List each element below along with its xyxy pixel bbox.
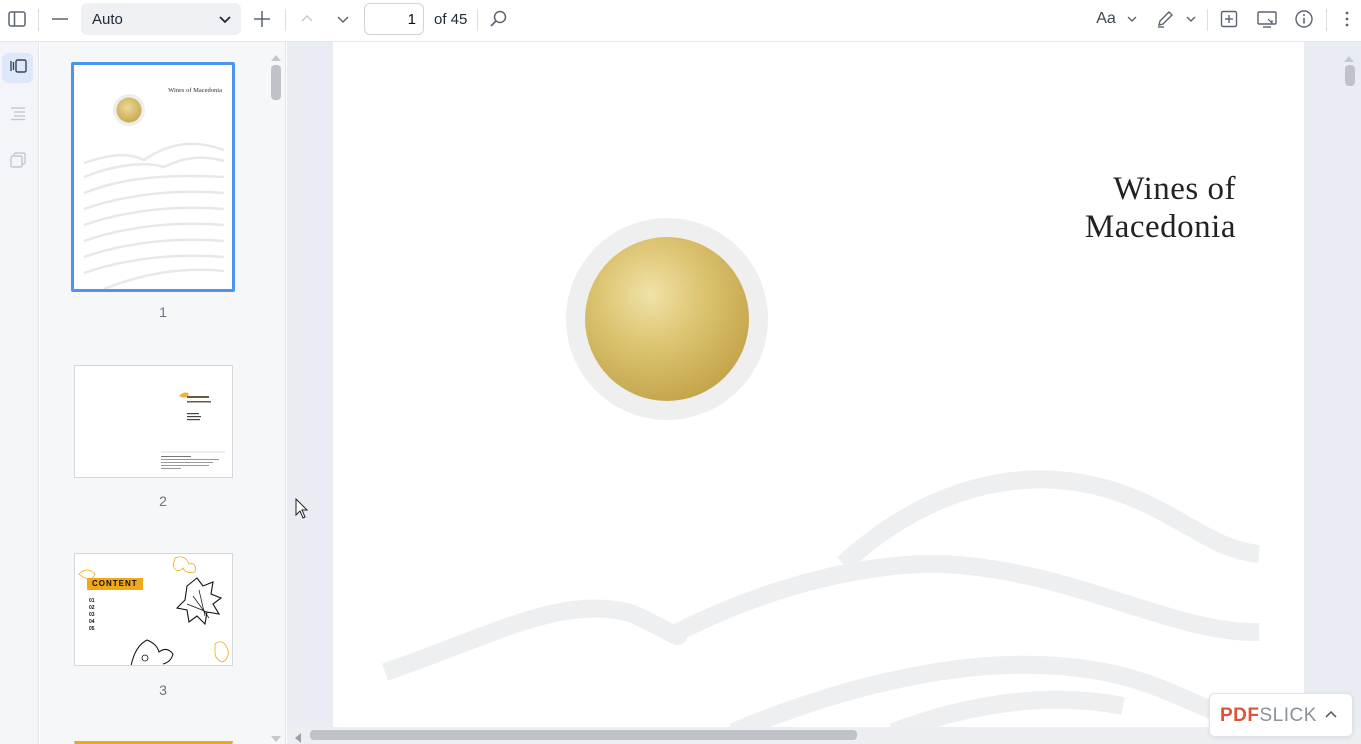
thumbnails-icon [8, 58, 28, 79]
page-count-label: of 45 [434, 11, 468, 28]
cover-artwork [382, 218, 1261, 732]
brand-widget[interactable]: PDFSLICK [1209, 693, 1353, 737]
outline-icon [9, 105, 27, 126]
thumbnail-label-2: 2 [159, 493, 167, 509]
zoom-select-value: Auto [92, 11, 123, 28]
thumbnail-page-1-preview [83, 94, 225, 289]
mouse-cursor-icon [295, 497, 309, 525]
toolbar-divider [1326, 9, 1327, 31]
attachments-tab[interactable] [2, 147, 33, 177]
chevron-down-icon[interactable] [1184, 11, 1198, 27]
zoom-out-icon[interactable] [48, 7, 72, 31]
presentation-icon[interactable] [1254, 7, 1280, 31]
thumbnail-page-3-heading: CONTENT [92, 579, 138, 588]
chevron-down-icon [217, 11, 233, 32]
scroll-left-arrow-icon[interactable] [294, 731, 302, 744]
thumbnail-page-2-preview [161, 392, 225, 469]
thumbnail-page-3[interactable]: CONTENT 01 02 03 04 05 [74, 553, 233, 666]
document-title: Wines of Macedonia [1085, 170, 1236, 246]
thumbnail-panel: Wines of Macedonia 1 2 CONTENT 01 02 03 … [40, 42, 286, 744]
chevron-down-icon[interactable] [1125, 11, 1139, 27]
next-page-icon[interactable] [331, 8, 355, 30]
text-style-icon[interactable]: Aa [1093, 9, 1119, 29]
toolbar: Auto of 45 Aa [0, 0, 1361, 42]
previous-page-icon[interactable] [295, 8, 319, 30]
brand-logo-part-1: PDF [1220, 705, 1260, 726]
thumbnail-page-3-banner: CONTENT [87, 578, 143, 590]
thumbnail-page-3-preview [78, 556, 229, 665]
search-icon[interactable] [486, 7, 510, 31]
document-horizontal-scrollbar[interactable] [287, 727, 1361, 744]
zoom-in-icon[interactable] [250, 7, 274, 31]
thumbnail-page-2[interactable] [74, 365, 233, 478]
thumbnail-scrollbar-thumb[interactable] [271, 65, 281, 100]
gold-seal [585, 237, 749, 401]
thumbnail-page-3-toc: 01 02 03 04 05 [89, 598, 95, 633]
toc-number: 03 [89, 612, 95, 618]
pen-icon[interactable] [1153, 7, 1177, 31]
more-options-icon[interactable] [1337, 7, 1357, 31]
thumbnails-tab[interactable] [2, 53, 33, 83]
toolbar-divider [285, 9, 286, 31]
document-title-line-2: Macedonia [1084, 209, 1236, 245]
brand-logo-part-2: SLICK [1259, 705, 1317, 726]
sidebar-toggle-icon[interactable] [5, 7, 29, 31]
scroll-down-arrow-icon[interactable] [270, 730, 282, 744]
page-number-input[interactable] [364, 3, 424, 35]
toolbar-divider [38, 9, 39, 31]
document-title-line-1: Wines of [1113, 171, 1236, 207]
thumbnail-label-1: 1 [159, 304, 167, 320]
toc-number: 05 [89, 626, 95, 632]
document-viewer[interactable]: Wines of Macedonia [287, 42, 1361, 744]
add-page-icon[interactable] [1217, 7, 1241, 31]
toc-number: 02 [89, 605, 95, 611]
toolbar-divider [477, 9, 478, 31]
document-horizontal-scrollbar-thumb[interactable] [310, 730, 857, 740]
thumbnail-page-1-title: Wines of Macedonia [168, 87, 222, 94]
zoom-select[interactable]: Auto [81, 3, 241, 35]
toc-number: 04 [89, 619, 95, 625]
brand-logo: PDFSLICK [1220, 705, 1317, 727]
toolbar-divider [1207, 9, 1208, 31]
thumbnail-page-1[interactable]: Wines of Macedonia [71, 62, 235, 292]
outline-tab[interactable] [2, 100, 33, 130]
attachments-icon [9, 151, 27, 174]
document-vertical-scrollbar-thumb[interactable] [1345, 65, 1355, 86]
thumbnail-label-3: 3 [159, 682, 167, 698]
info-icon[interactable] [1292, 7, 1316, 31]
document-page-1: Wines of Macedonia [333, 42, 1304, 732]
chevron-up-icon[interactable] [1324, 708, 1338, 727]
toc-number: 01 [89, 598, 95, 604]
hill-lines [382, 470, 1261, 732]
sidebar-rail [0, 42, 39, 744]
